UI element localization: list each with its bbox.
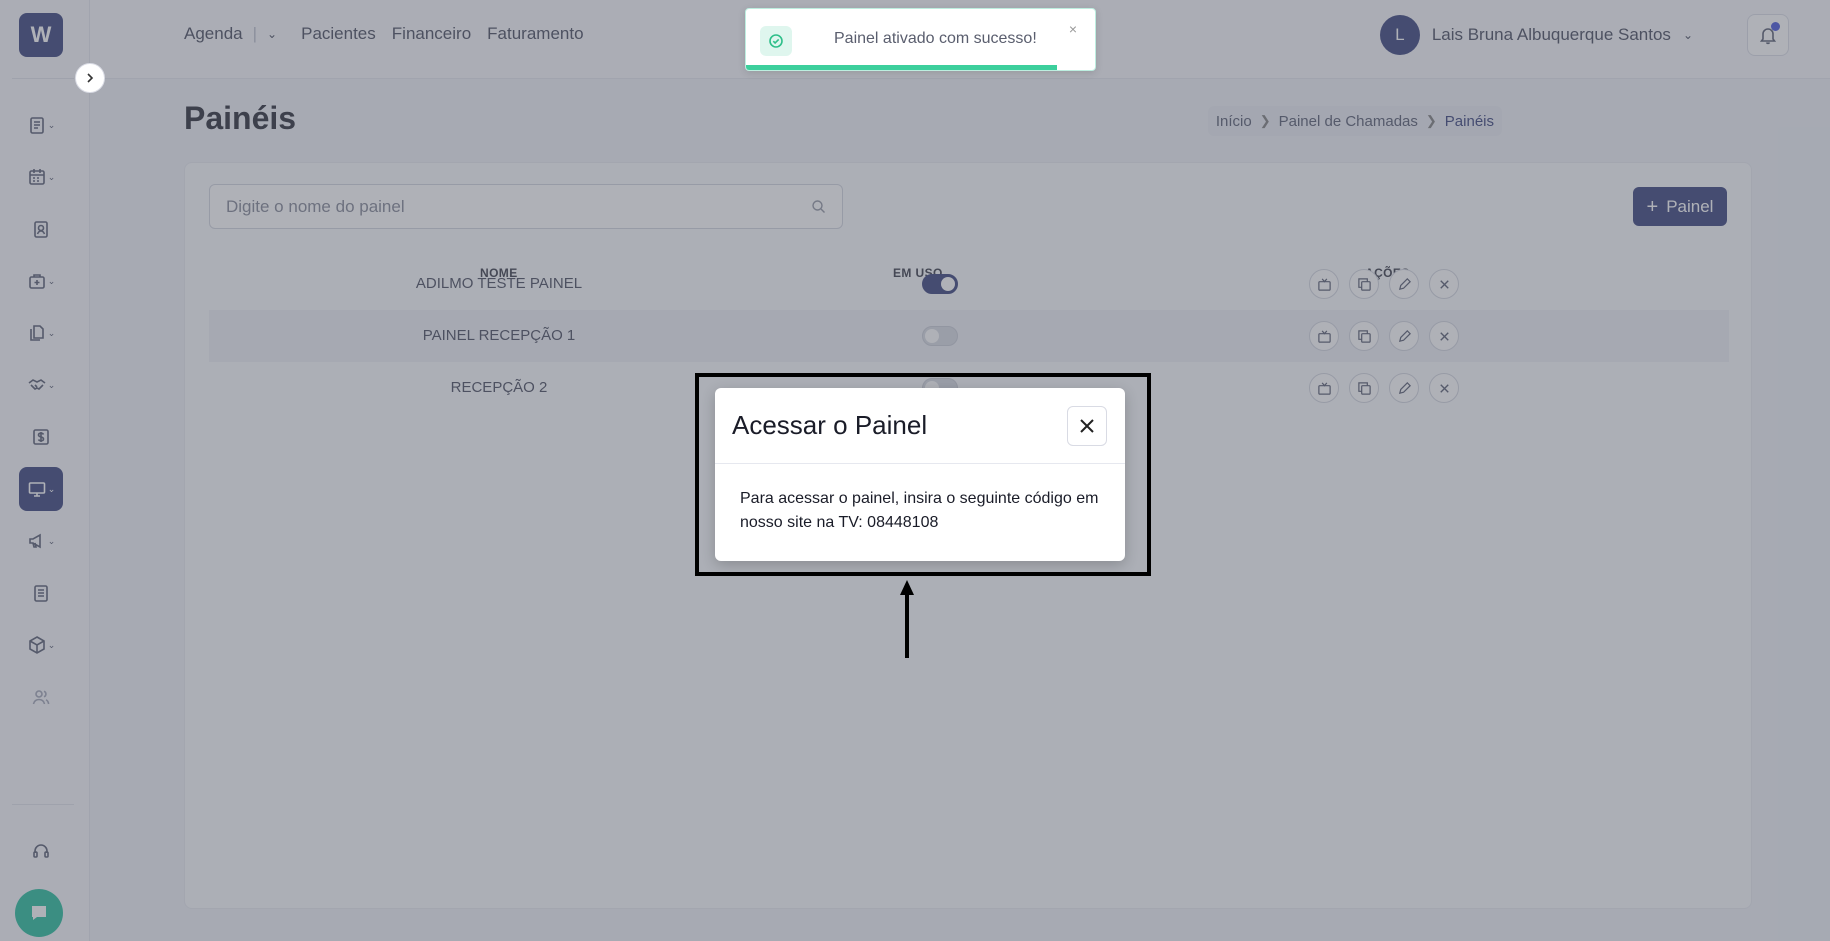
modal-close-button[interactable] xyxy=(1067,406,1107,446)
sidebar-collapse-button[interactable] xyxy=(75,63,105,93)
annotation-arrow-icon xyxy=(900,580,914,658)
chevron-right-icon xyxy=(87,73,94,83)
check-circle-icon xyxy=(760,26,792,56)
modal-divider xyxy=(715,463,1125,464)
toast-close-icon[interactable]: × xyxy=(1069,21,1077,37)
success-toast: Painel ativado com sucesso! × xyxy=(745,8,1096,71)
toast-progress-bar xyxy=(746,65,1057,70)
toast-message: Painel ativado com sucesso! xyxy=(834,30,1037,47)
modal-title: Acessar o Painel xyxy=(732,410,928,440)
modal-body-text: Para acessar o painel, insira o seguinte… xyxy=(740,490,1099,531)
close-icon xyxy=(1080,419,1094,433)
access-panel-modal: Acessar o Painel Para acessar o painel, … xyxy=(715,388,1125,561)
